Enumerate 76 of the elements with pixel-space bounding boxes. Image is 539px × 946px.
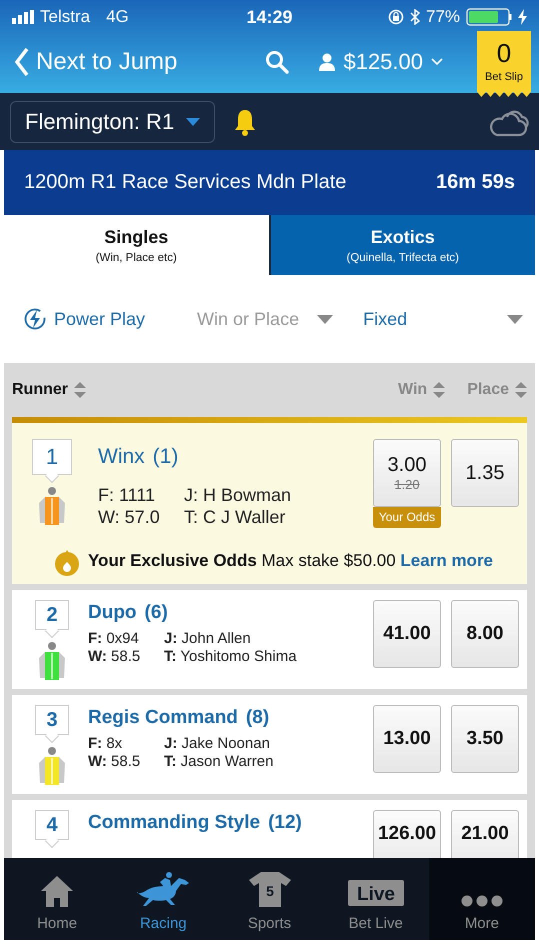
place-odds-button[interactable]: 21.00	[451, 810, 519, 859]
win-odds-button[interactable]: 3.00 1.20	[373, 439, 441, 507]
nav-tab[interactable]: Home	[4, 858, 110, 940]
barrier-number: (8)	[246, 707, 270, 728]
form-text: F: 0x94	[88, 630, 140, 647]
chevron-down-icon	[431, 58, 443, 66]
search-icon[interactable]	[265, 50, 290, 74]
battery-icon	[466, 8, 512, 26]
runner-number: 2	[35, 600, 69, 637]
signal-icon	[12, 10, 34, 24]
runner-column-header[interactable]: Runner	[12, 381, 398, 399]
weight-text: W: 58.5	[88, 648, 142, 665]
place-odds-button[interactable]: 8.00	[451, 600, 519, 668]
place-odds-button[interactable]: 1.35	[451, 439, 519, 507]
countdown-timer: 16m 59s	[436, 171, 515, 194]
runner-number: 4	[35, 810, 69, 847]
clock-time: 14:29	[246, 6, 293, 28]
nav-tab[interactable]: More	[428, 858, 536, 940]
runner-name[interactable]: Commanding Style	[88, 812, 260, 833]
back-chevron-icon	[14, 47, 30, 77]
nav-tab[interactable]: 5 Sports	[216, 858, 323, 940]
win-odds-button[interactable]: 13.00	[373, 705, 441, 773]
runner-number: 1	[32, 439, 72, 482]
dropdown-caret-icon	[507, 314, 523, 324]
weight-text: W: 58.5	[88, 753, 142, 770]
barrier-number: (6)	[144, 602, 168, 623]
win-odds-button[interactable]: 41.00	[373, 600, 441, 668]
jockey-text: J: H Bowman	[184, 485, 292, 506]
bet-type-tab[interactable]: Exotics (Quinella, Trifecta etc)	[268, 215, 535, 275]
barrier-number: (1)	[152, 445, 178, 468]
bluetooth-icon	[410, 9, 420, 25]
back-button[interactable]: Next to Jump	[14, 47, 178, 77]
sort-icon	[515, 382, 527, 398]
rotation-lock-icon	[388, 9, 404, 25]
nav-tab[interactable]: Racing	[110, 858, 216, 940]
race-title: 1200m R1 Race Services Mdn Plate	[24, 171, 346, 194]
lightning-bolt-icon	[24, 308, 46, 330]
runner-name[interactable]: Winx	[98, 445, 145, 468]
power-play-button[interactable]: Power Play	[24, 308, 146, 330]
nav-tab[interactable]: Live Bet Live	[322, 858, 429, 940]
weight-text: W: 57.0	[98, 507, 161, 528]
jersey-icon: 5	[248, 871, 290, 907]
trainer-text: T: Yoshitomo Shima	[164, 648, 298, 665]
learn-more-link[interactable]: Learn more	[400, 551, 494, 570]
horse-and-jockey-icon	[135, 871, 192, 907]
account-balance-button[interactable]: $125.00	[319, 49, 443, 75]
jockey-text: J: John Allen	[164, 630, 252, 647]
runner-name[interactable]: Regis Command	[88, 707, 238, 728]
carrier-name: Telstra	[40, 7, 90, 27]
meeting-dropdown[interactable]: Flemington: R1	[10, 100, 216, 142]
win-odds-button[interactable]: 126.00	[373, 810, 441, 859]
runner-number: 3	[35, 705, 69, 742]
trainer-text: T: Jason Warren	[164, 753, 274, 770]
your-odds-label: Your Odds	[373, 507, 441, 528]
more-dots-icon	[460, 895, 503, 907]
dropdown-caret-icon	[317, 314, 334, 324]
form-text: F: 1111	[98, 485, 156, 506]
promo-text: Your Exclusive Odds Max stake $50.00 Learn more	[88, 551, 494, 571]
live-badge-icon: Live	[346, 879, 405, 907]
barrier-number: (12)	[268, 812, 302, 833]
dropdown-caret-icon	[186, 118, 200, 126]
network-type: 4G	[106, 7, 129, 27]
sort-icon	[433, 382, 446, 398]
charging-icon	[518, 9, 528, 25]
bet-slip-button[interactable]: 0 Bet Slip	[477, 31, 531, 97]
place-odds-button[interactable]: 3.50	[451, 705, 519, 773]
bell-icon[interactable]	[233, 108, 258, 136]
sort-icon	[74, 382, 86, 398]
person-icon	[319, 53, 336, 71]
trainer-text: T: C J Waller	[184, 507, 286, 528]
jockey-text: J: Jake Noonan	[164, 735, 271, 752]
home-icon	[40, 875, 74, 907]
battery-percent: 77%	[426, 7, 460, 27]
odds-type-dropdown[interactable]: Fixed	[363, 308, 523, 330]
runner-name[interactable]: Dupo	[88, 602, 137, 623]
form-text: F: 8x	[88, 735, 124, 752]
